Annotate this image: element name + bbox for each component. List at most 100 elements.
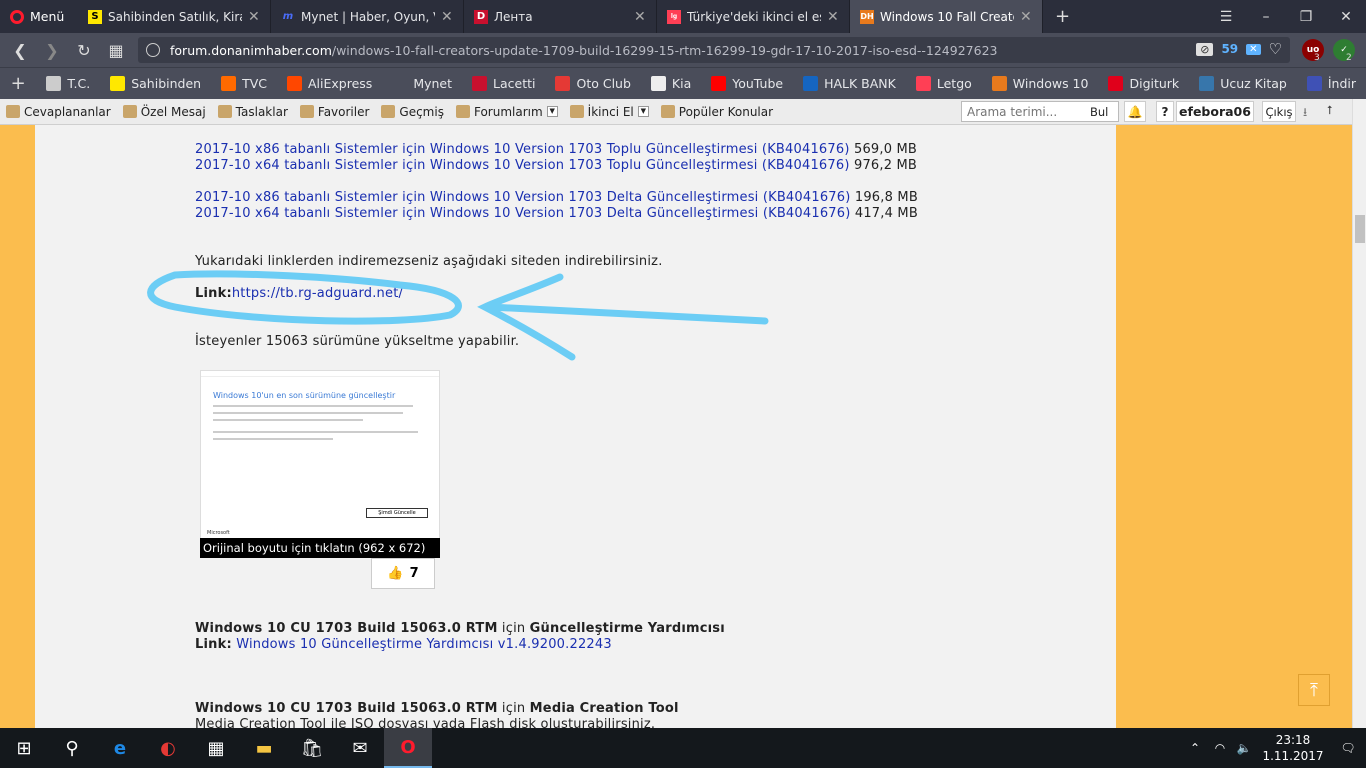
bookmark-otoclub[interactable]: Oto Club — [545, 76, 640, 91]
update-link[interactable]: 2017-10 x86 tabanlı Sistemler için Windo… — [195, 190, 851, 205]
username-link[interactable]: efebora06 — [1176, 101, 1254, 122]
toolbar-forumlarim[interactable]: Forumlarım ▼ — [450, 105, 564, 119]
post-panel: 2017-10 x86 tabanlı Sistemler için Windo… — [35, 125, 1116, 728]
tab-windows10[interactable]: DH Windows 10 Fall Creators Update ✕ — [850, 0, 1043, 33]
mail-icon[interactable]: ✉ — [336, 728, 384, 768]
like-button[interactable]: 👍 7 — [371, 558, 435, 589]
store-icon[interactable]: 🛍 — [288, 728, 336, 768]
clock[interactable]: 23:18 1.11.2017 — [1256, 732, 1330, 764]
bookmark-python[interactable]: Ucuz Kitap — [1189, 76, 1297, 91]
new-tab-button[interactable]: + — [1043, 0, 1082, 33]
forward-icon[interactable]: ❯ — [36, 41, 68, 60]
tab-sahibinden[interactable]: S Sahibinden Satılık, Kiralık, Emlak ✕ — [78, 0, 271, 33]
back-icon[interactable]: ❮ — [4, 41, 36, 60]
otoclub-icon — [555, 76, 571, 91]
minimize-icon[interactable]: – — [1246, 9, 1286, 25]
dropdown-icon[interactable]: ▼ — [637, 106, 649, 117]
vpn-icon[interactable]: ✕ — [1246, 43, 1261, 55]
bookmark-digiturk[interactable]: Digiturk — [1098, 76, 1189, 91]
bookmark-lacetti[interactable]: Lacetti — [462, 76, 545, 91]
toolbar-ozel-mesaj[interactable]: Özel Mesaj — [117, 105, 212, 119]
page-scrollbar[interactable] — [1352, 99, 1366, 728]
draft-icon — [217, 105, 232, 118]
scroll-to-top-button[interactable]: ⤒ — [1298, 674, 1330, 706]
opera-taskbar-icon[interactable]: O — [384, 728, 432, 768]
close-icon[interactable]: ✕ — [1020, 9, 1032, 25]
thumbnail-caption[interactable]: Orijinal boyutu için tıklatın (962 x 672… — [200, 538, 440, 558]
tab-bar: Menü S Sahibinden Satılık, Kiralık, Emla… — [0, 0, 1366, 33]
bookmark-tc[interactable]: T.C. — [36, 76, 100, 91]
bell-icon[interactable]: 🔔 — [1124, 101, 1146, 122]
help-button[interactable]: ? — [1156, 101, 1174, 122]
ublock-badge: 3 — [1314, 53, 1320, 63]
toolbar-ikinci-el[interactable]: İkinci El ▼ — [564, 105, 655, 119]
bookmark-mynet[interactable]: Mynet — [382, 76, 462, 91]
bookmark-youtube[interactable]: YouTube — [701, 76, 793, 91]
bookmark-doc[interactable]: Kia — [641, 76, 701, 91]
screenshot-thumbnail[interactable]: Windows 10'un en son sürümüne güncelleşt… — [200, 370, 440, 558]
section1-mid: için — [497, 621, 530, 636]
adblock-icon[interactable]: ⊘ — [1196, 42, 1214, 56]
dropdown-icon[interactable]: ▼ — [546, 106, 558, 117]
scrollbar-thumb[interactable] — [1355, 215, 1365, 243]
reload-icon[interactable]: ↻ — [68, 41, 100, 60]
close-icon[interactable]: ✕ — [827, 9, 839, 25]
bookmark-info[interactable]: İndir — [1297, 76, 1366, 91]
up-arrow-icon[interactable]: ⭡ — [1327, 103, 1333, 118]
edge-icon[interactable]: e — [96, 728, 144, 768]
speed-dial-icon[interactable]: ▦ — [100, 41, 132, 60]
update-link[interactable]: 2017-10 x86 tabanlı Sistemler için Windo… — [195, 142, 850, 157]
toolbar-favoriler[interactable]: Favoriler — [294, 105, 376, 119]
toolbar-label: İkinci El — [587, 104, 634, 119]
logout-button[interactable]: Çıkış — [1262, 101, 1296, 122]
volume-icon[interactable]: 🔈 — [1232, 741, 1256, 755]
close-icon[interactable]: ✕ — [441, 9, 453, 25]
update-link[interactable]: 2017-10 x64 tabanlı Sistemler için Windo… — [195, 158, 850, 173]
maximize-icon[interactable]: ❐ — [1286, 9, 1326, 25]
file-explorer-icon[interactable]: ▬ — [240, 728, 288, 768]
search-input[interactable] — [962, 104, 1082, 119]
update-assistant-link[interactable]: Windows 10 Güncelleştirme Yardımcısı v1.… — [236, 637, 612, 652]
bookmark-sahibinden[interactable]: Sahibinden — [100, 76, 211, 91]
bookmark-tvc[interactable]: TVC — [211, 76, 277, 91]
chevron-up-icon[interactable]: ⌃ — [1182, 741, 1208, 755]
url-field[interactable]: forum.donanimhaber.com/windows-10-fall-c… — [138, 37, 1290, 63]
search-icon[interactable]: ⚲ — [48, 728, 96, 768]
opera-menu-button[interactable]: Menü — [0, 0, 78, 33]
notifications-icon[interactable]: 🗨 — [1330, 741, 1366, 755]
history-icon — [381, 105, 396, 118]
search-button[interactable]: Bul — [1082, 105, 1108, 119]
clock-date: 1.11.2017 — [1262, 749, 1324, 763]
start-icon[interactable]: ⊞ — [0, 728, 48, 768]
toolbar-populer-konular[interactable]: Popüler Konular — [655, 105, 779, 119]
close-icon[interactable]: ✕ — [248, 9, 260, 25]
add-bookmark-icon[interactable]: + — [0, 73, 36, 94]
network-icon[interactable]: ◠ — [1208, 741, 1232, 755]
calculator-icon[interactable]: ▦ — [192, 728, 240, 768]
tab-letgo[interactable]: lg Türkiye'deki ikinci el eşyalar ✕ — [657, 0, 850, 33]
pin-icon[interactable]: ⭳ — [1303, 103, 1307, 124]
toolbar-gecmis[interactable]: Geçmiş — [375, 105, 450, 119]
bookmark-dh[interactable]: Windows 10 — [982, 76, 1099, 91]
ublock-icon[interactable]: uo — [1302, 39, 1324, 61]
bookmark-halkbank[interactable]: HALK BANK — [793, 76, 906, 91]
update-link[interactable]: 2017-10 x64 tabanlı Sistemler için Windo… — [195, 206, 851, 221]
tab-title: Лента — [494, 9, 533, 24]
toolbar-label: Favoriler — [317, 104, 370, 119]
tab-mynet[interactable]: m Mynet | Haber, Oyun, Video ✕ — [271, 0, 464, 33]
dh-icon — [991, 76, 1007, 91]
ccleaner-icon[interactable]: ◐ — [144, 728, 192, 768]
close-window-icon[interactable]: ✕ — [1326, 9, 1366, 25]
upgrade-text: İsteyenler 15063 sürümüne yükseltme yapa… — [195, 334, 520, 349]
tab-menu-icon[interactable]: ☰ — [1206, 9, 1246, 25]
bookmark-label: İndir — [1327, 76, 1356, 91]
tab-lenta[interactable]: D Лента ✕ — [464, 0, 657, 33]
bookmark-aliexpress[interactable]: AliExpress — [277, 76, 382, 91]
adguard-link[interactable]: https://tb.rg-adguard.net/ — [232, 286, 403, 301]
toolbar-cevaplananlar[interactable]: Cevaplananlar — [0, 105, 117, 119]
bookmark-letgo[interactable]: Letgo — [906, 76, 982, 91]
close-icon[interactable]: ✕ — [634, 9, 646, 25]
heart-icon[interactable]: ♡ — [1269, 40, 1282, 58]
update-row: 2017-10 x86 tabanlı Sistemler için Windo… — [195, 142, 917, 157]
toolbar-taslaklar[interactable]: Taslaklar — [212, 105, 294, 119]
